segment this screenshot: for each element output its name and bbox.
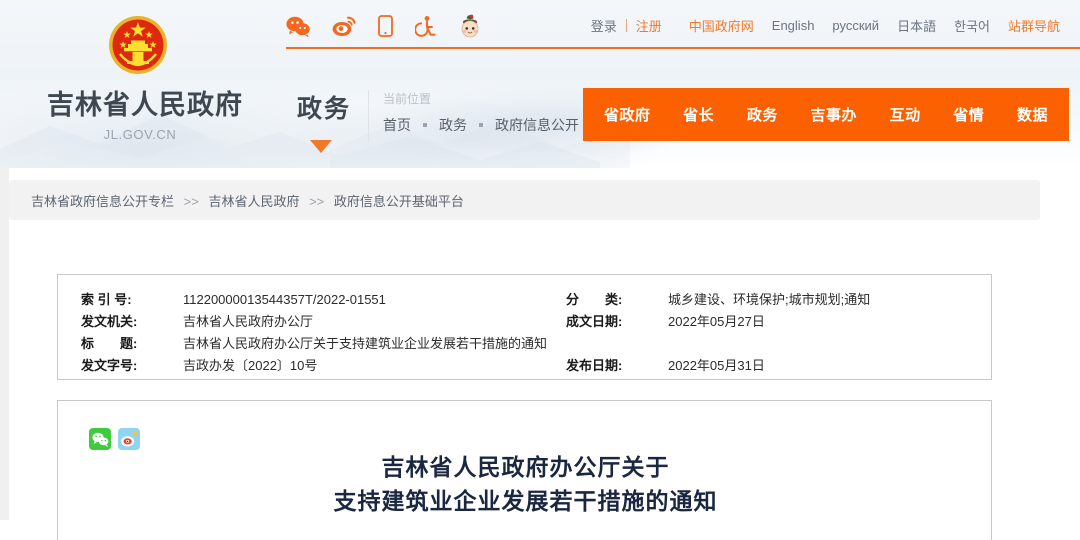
breadcrumb-separator: >> xyxy=(184,194,199,209)
document-title: 吉林省人民政府办公厅关于 支持建筑业企业发展若干措施的通知 xyxy=(58,451,993,519)
curpos-separator-dot xyxy=(479,123,483,127)
metadata-label: 索 引 号: xyxy=(81,289,183,311)
nav-item-data[interactable]: 数据 xyxy=(1017,104,1048,125)
chevron-down-icon[interactable] xyxy=(310,140,332,153)
document-title-line-2: 支持建筑业企业发展若干措施的通知 xyxy=(58,485,993,519)
curpos-separator-dot xyxy=(423,123,427,127)
weibo-icon[interactable] xyxy=(332,16,356,37)
current-position-label: 当前位置 xyxy=(383,90,431,107)
site-title: 吉林省人民政府 xyxy=(47,88,233,122)
top-link-site-nav[interactable]: 站群导航 xyxy=(999,16,1069,35)
breadcrumb: 吉林省政府信息公开专栏 >> 吉林省人民政府 >> 政府信息公开基础平台 xyxy=(9,191,464,210)
metadata-label xyxy=(566,333,668,355)
top-link-russian[interactable]: русский xyxy=(823,18,888,33)
top-link-login[interactable]: 登录 xyxy=(591,16,626,35)
curpos-item-info-disclosure[interactable]: 政府信息公开 xyxy=(495,115,579,135)
nav-item-jishiban[interactable]: 吉事办 xyxy=(810,104,857,125)
breadcrumb-item-2[interactable]: 政府信息公开基础平台 xyxy=(334,194,464,209)
header-divider xyxy=(286,47,1080,49)
top-link-register[interactable]: 注册 xyxy=(627,16,671,35)
nav-item-interaction[interactable]: 互动 xyxy=(890,104,921,125)
current-position-breadcrumb: 首页 政务 政府信息公开 xyxy=(383,115,579,135)
metadata-value: 城乡建设、环境保护;城市规划;通知 xyxy=(668,289,870,311)
nav-item-province-overview[interactable]: 省情 xyxy=(953,104,984,125)
breadcrumb-item-0[interactable]: 吉林省政府信息公开专栏 xyxy=(31,194,174,209)
curpos-item-zhengwu[interactable]: 政务 xyxy=(439,115,467,135)
metadata-value: 2022年05月31日 xyxy=(668,355,765,377)
national-emblem-icon xyxy=(107,14,169,76)
mobile-icon[interactable] xyxy=(378,15,393,37)
main-navigation-bar: 省政府 省长 政务 吉事办 互动 省情 数据 xyxy=(583,88,1069,141)
metadata-label: 发文字号: xyxy=(81,355,183,377)
metadata-row-title: 标 题: 吉林省人民政府办公厅关于支持建筑业企业发展若干措施的通知 xyxy=(81,333,547,355)
wechat-icon[interactable] xyxy=(286,16,310,37)
metadata-value: 吉林省人民政府办公厅 xyxy=(183,311,313,333)
page-edge-strip xyxy=(0,168,9,520)
top-link-english[interactable]: English xyxy=(763,18,824,33)
site-domain: JL.GOV.CN xyxy=(47,127,233,142)
metadata-row-index-number: 索 引 号: 11220000013544357T/2022-01551 xyxy=(81,289,547,311)
nav-item-provincial-government[interactable]: 省政府 xyxy=(604,104,651,125)
metadata-column-left: 索 引 号: 11220000013544357T/2022-01551 发文机… xyxy=(81,289,547,377)
metadata-row-spacer xyxy=(566,333,870,355)
top-link-japanese[interactable]: 日本語 xyxy=(888,16,945,35)
breadcrumb-item-1[interactable]: 吉林省人民政府 xyxy=(208,194,299,209)
site-header: 吉林省人民政府 JL.GOV.CN xyxy=(0,0,1080,168)
metadata-column-right: 分 类: 城乡建设、环境保护;城市规划;通知 成文日期: 2022年05月27日… xyxy=(566,289,870,377)
page-root: 吉林省人民政府 JL.GOV.CN xyxy=(0,0,1080,520)
social-icon-row xyxy=(286,10,481,42)
wechat-share-icon[interactable] xyxy=(89,428,111,450)
metadata-value: 吉林省人民政府办公厅关于支持建筑业企业发展若干措施的通知 xyxy=(183,333,547,355)
curpos-item-home[interactable]: 首页 xyxy=(383,115,411,135)
breadcrumb-bar: 吉林省政府信息公开专栏 >> 吉林省人民政府 >> 政府信息公开基础平台 xyxy=(9,180,1040,220)
metadata-row-completion-date: 成文日期: 2022年05月27日 xyxy=(566,311,870,333)
section-title-zhengwu[interactable]: 政务 xyxy=(293,93,355,125)
metadata-label: 发布日期: xyxy=(566,355,668,377)
metadata-row-publish-date: 发布日期: 2022年05月31日 xyxy=(566,355,870,377)
metadata-label: 发文机关: xyxy=(81,311,183,333)
top-link-gov-cn[interactable]: 中国政府网 xyxy=(671,16,763,35)
top-link-korean[interactable]: 한국어 xyxy=(945,16,999,35)
document-title-line-1: 吉林省人民政府办公厅关于 xyxy=(58,451,993,485)
weibo-share-icon[interactable] xyxy=(118,428,140,450)
breadcrumb-separator: >> xyxy=(309,194,324,209)
accessibility-icon[interactable] xyxy=(415,15,437,37)
top-utility-links: 登录 注册 中国政府网 English русский 日本語 한국어 站群导航 xyxy=(591,14,1069,36)
document-content-box: 吉林省人民政府办公厅关于 支持建筑业企业发展若干措施的通知 xyxy=(57,400,992,540)
metadata-row-category: 分 类: 城乡建设、环境保护;城市规划;通知 xyxy=(566,289,870,311)
metadata-value: 吉政办发〔2022〕10号 xyxy=(183,355,317,377)
nav-item-government-affairs[interactable]: 政务 xyxy=(747,104,778,125)
metadata-label: 标 题: xyxy=(81,333,183,355)
metadata-label: 分 类: xyxy=(566,289,668,311)
document-metadata-box: 索 引 号: 11220000013544357T/2022-01551 发文机… xyxy=(57,274,992,380)
metadata-row-issuing-agency: 发文机关: 吉林省人民政府办公厅 xyxy=(81,311,547,333)
header-vertical-divider xyxy=(368,90,369,142)
metadata-value: 11220000013544357T/2022-01551 xyxy=(183,289,386,311)
mascot-avatar-icon[interactable] xyxy=(459,14,481,38)
metadata-value: 2022年05月27日 xyxy=(668,311,765,333)
nav-item-governor[interactable]: 省长 xyxy=(683,104,714,125)
share-icon-row xyxy=(89,428,140,450)
metadata-label: 成文日期: xyxy=(566,311,668,333)
metadata-row-document-number: 发文字号: 吉政办发〔2022〕10号 xyxy=(81,355,547,377)
